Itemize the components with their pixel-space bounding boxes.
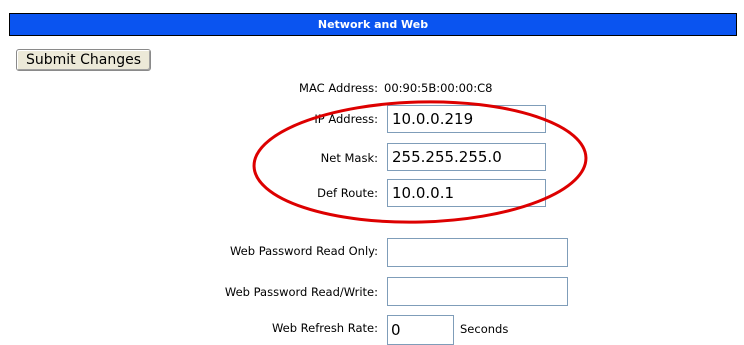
default-route-input[interactable] (387, 179, 546, 207)
mac-address-label: MAC Address: (299, 81, 378, 95)
section-header: Network and Web (9, 13, 737, 36)
web-password-read-write-label: Web Password Read/Write: (224, 285, 378, 299)
web-refresh-rate-input[interactable] (387, 315, 454, 345)
net-mask-input[interactable] (387, 143, 546, 171)
submit-changes-button[interactable]: Submit Changes (16, 49, 151, 71)
web-refresh-rate-label: Web Refresh Rate: (271, 321, 378, 335)
web-password-read-only-input[interactable] (387, 238, 568, 267)
ip-address-label: IP Address: (314, 112, 378, 126)
web-password-read-write-input[interactable] (387, 277, 568, 306)
default-route-label: Def Route: (317, 186, 378, 200)
section-title: Network and Web (317, 18, 429, 31)
refresh-unit-label: Seconds (460, 322, 509, 336)
ip-address-input[interactable] (387, 105, 546, 133)
mac-address-value: 00:90:5B:00:00:C8 (384, 81, 493, 95)
web-password-read-only-label: Web Password Read Only: (229, 244, 378, 258)
net-mask-label: Net Mask: (320, 151, 378, 165)
